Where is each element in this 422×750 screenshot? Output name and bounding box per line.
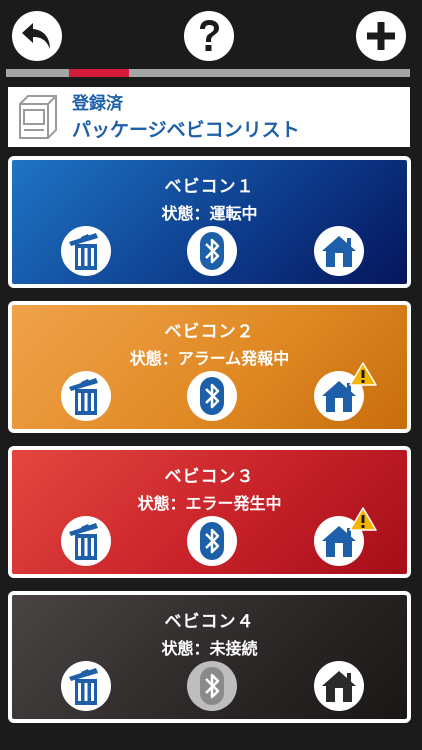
bluetooth-button[interactable]	[187, 661, 237, 711]
bluetooth-icon	[200, 377, 224, 415]
device-status: 状態：運転中	[161, 204, 258, 223]
device-card-2[interactable]: ベビコン２ 状態：アラーム発報中	[8, 301, 411, 433]
home-icon	[322, 236, 356, 267]
trash-icon	[69, 233, 98, 270]
device-name: ベビコン３	[164, 467, 255, 487]
back-button[interactable]	[12, 11, 62, 61]
bluetooth-icon	[200, 667, 224, 705]
trash-icon	[69, 668, 98, 705]
home-button[interactable]	[314, 226, 364, 276]
bluetooth-icon	[200, 522, 224, 560]
trash-icon	[69, 523, 98, 560]
device-status: 状態：未接続	[161, 639, 258, 658]
header-line-1: 登録済	[72, 94, 123, 114]
device-status: 状態：エラー発生中	[137, 494, 282, 513]
warning-icon	[349, 507, 377, 531]
delete-button[interactable]	[61, 516, 111, 566]
warning-icon	[349, 362, 377, 386]
delete-button[interactable]	[61, 661, 111, 711]
question-mark-icon	[200, 20, 219, 51]
page-progress-bar	[6, 69, 410, 77]
trash-icon	[69, 378, 98, 415]
bluetooth-icon	[200, 232, 224, 270]
help-button[interactable]	[184, 11, 234, 61]
device-name: ベビコン２	[164, 322, 255, 342]
device-name: ベビコン１	[164, 177, 255, 197]
header-line-2: パッケージベビコンリスト	[72, 119, 300, 141]
delete-button[interactable]	[61, 371, 111, 421]
device-card-1[interactable]: ベビコン１ 状態：運転中	[8, 156, 411, 288]
home-button[interactable]	[314, 661, 364, 711]
bluetooth-button[interactable]	[187, 516, 237, 566]
bluetooth-button[interactable]	[187, 226, 237, 276]
device-card-3[interactable]: ベビコン３ 状態：エラー発生中	[8, 446, 411, 578]
top-bar	[0, 0, 422, 66]
list-header: 登録済 パッケージベビコンリスト	[8, 87, 410, 147]
device-status: 状態：アラーム発報中	[129, 349, 290, 368]
home-icon	[322, 671, 356, 702]
add-button[interactable]	[356, 11, 406, 61]
page-progress-active	[69, 69, 129, 77]
list-header-title: 登録済 パッケージベビコンリスト	[72, 91, 300, 143]
back-arrow-icon	[22, 23, 50, 49]
device-card-4[interactable]: ベビコン４ 状態：未接続	[8, 591, 411, 723]
delete-button[interactable]	[61, 226, 111, 276]
plus-icon	[367, 22, 395, 50]
device-name: ベビコン４	[164, 612, 255, 632]
bluetooth-button[interactable]	[187, 371, 237, 421]
device-box-icon	[19, 95, 57, 139]
